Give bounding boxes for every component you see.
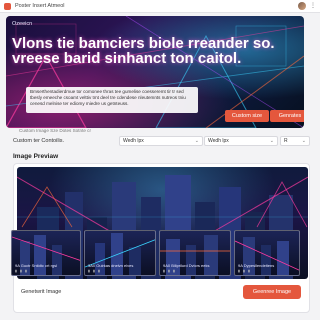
thumbnail-strip: 9A Guctr Sntidtc crt rgsl ▮ ▮ ▮ 3A0 Ouir…: [11, 230, 301, 276]
generate-image-label: Genetwrit Image: [21, 289, 62, 295]
chevron-down-icon: ⌄: [269, 138, 274, 144]
image-preview-title: Image Previaw: [13, 153, 59, 160]
width-select[interactable]: Wedh lpx ⌄: [119, 136, 203, 146]
hero-label: Ozeeicn: [12, 21, 33, 27]
thumbnail-caption: 9A Dypesllendeltens: [238, 263, 275, 268]
height-select-value: Wedh lpx: [208, 138, 229, 144]
thumbnail-actions-icon[interactable]: ▮ ▮ ▮: [163, 269, 176, 273]
thumbnail-4[interactable]: 9A Dypesllendeltens ▮ ▮ ▮: [234, 230, 300, 276]
generate-button[interactable]: Genrates: [270, 110, 304, 122]
thumbnail-actions-icon[interactable]: ▮ ▮ ▮: [15, 269, 28, 273]
generate-image-button[interactable]: Geenree Image: [243, 285, 301, 299]
thumbnail-1[interactable]: 9A Guctr Sntidtc crt rgsl ▮ ▮ ▮: [11, 230, 81, 276]
custom-size-button[interactable]: Custom size: [225, 110, 269, 122]
hero-headline: Vlons tie bamciers biole rreander so. vr…: [12, 35, 275, 67]
thumbnail-actions-icon[interactable]: ▮ ▮ ▮: [238, 269, 251, 273]
custom-controls-row: Custom ter Contoilis. Wedh lpx ⌄ Wedh lp…: [13, 134, 310, 148]
thumbnail-3[interactable]: 9A0 Biliprilurd Dvicrs eeks ▮ ▮ ▮: [159, 230, 231, 276]
thumbnail-caption: 9A0 Biliprilurd Dvicrs eeks: [163, 263, 210, 268]
height-select[interactable]: Wedh lpx ⌄: [204, 136, 278, 146]
avatar[interactable]: [298, 2, 306, 10]
thumbnail-caption: 3A0 Ouirkas dnelvn elves: [88, 263, 134, 268]
hero-banner: Ozeeicn Vlons tie bamciers biole rreande…: [6, 16, 304, 128]
thumbnail-caption: 9A Guctr Sntidtc crt rgsl: [15, 263, 58, 268]
chevron-down-icon: ⌄: [301, 138, 306, 144]
hero-description: Bmserthentadierdmue tor comonee thras te…: [26, 87, 198, 113]
thumbnail-2[interactable]: 3A0 Ouirkas dnelvn elves ▮ ▮ ▮: [84, 230, 156, 276]
custom-size-hint: Custom Image Sze Dotes Sotnte cr: [19, 128, 91, 133]
menu-icon[interactable]: ⋮: [310, 3, 316, 9]
controls-label: Custom ter Contoilis.: [13, 138, 65, 144]
title-bar: Poster Insert Atmeol ⋮: [0, 0, 320, 13]
width-select-value: Wedh lpx: [123, 138, 144, 144]
app-icon: [4, 2, 11, 10]
window-title: Poster Insert Atmeol: [15, 3, 65, 9]
thumbnail-actions-icon[interactable]: ▮ ▮ ▮: [88, 269, 101, 273]
ratio-select[interactable]: R ⌄: [280, 136, 310, 146]
ratio-select-value: R: [284, 138, 288, 144]
chevron-down-icon: ⌄: [194, 138, 199, 144]
